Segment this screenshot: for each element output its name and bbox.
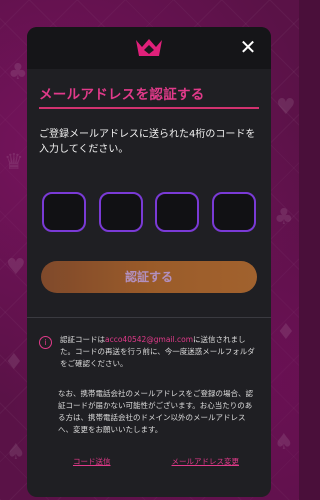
modal-content: メールアドレスを認証する ご登録メールアドレスに送られた4桁のコードを入力してく… [27, 69, 271, 467]
close-icon[interactable]: ✕ [237, 36, 259, 58]
club-suit-icon: ♣ [8, 60, 28, 85]
code-digit-2-input[interactable] [98, 192, 143, 232]
heart-suit-icon: ♥ [6, 255, 26, 280]
modal-title: メールアドレスを認証する [39, 83, 259, 109]
carrier-email-note: なお、携帯電話会社のメールアドレスをご登録の場合、認証コードが届かない可能性がご… [58, 389, 253, 434]
info-text: 認証コードはacco40542@gmail.comに送信されました。コードの再送… [60, 334, 259, 370]
footer-links: コード送信 メールアドレス変更 [73, 456, 239, 467]
sent-email-address: acco40542@gmail.com [105, 335, 194, 344]
diamond-suit-icon: ♦ [276, 320, 296, 345]
email-verification-modal: ✕ メールアドレスを認証する ご登録メールアドレスに送られた4桁のコードを入力し… [27, 27, 271, 497]
spade-suit-icon: ♠ [6, 440, 26, 465]
code-digit-4-input[interactable] [211, 192, 256, 232]
modal-header: ✕ [27, 27, 271, 69]
crown-logo-icon [136, 39, 162, 56]
instruction-text: ご登録メールアドレスに送られた4桁のコードを入力してください。 [39, 129, 256, 155]
info-prefix: 認証コードは [60, 335, 105, 344]
club-suit-icon: ♣ [274, 205, 294, 230]
info-icon: i [39, 336, 52, 349]
resend-code-link[interactable]: コード送信 [73, 456, 111, 467]
spade-suit-icon: ♠ [274, 430, 294, 455]
heart-suit-icon: ♥ [276, 95, 296, 120]
verify-button[interactable]: 認証する [41, 261, 257, 293]
code-digit-3-input[interactable] [155, 192, 200, 232]
code-input-row [42, 192, 256, 232]
change-email-link[interactable]: メールアドレス変更 [172, 456, 240, 467]
diamond-suit-icon: ♦ [4, 350, 24, 375]
divider [27, 317, 271, 318]
info-message: i 認証コードはacco40542@gmail.comに送信されました。コードの… [39, 334, 259, 370]
crown-pattern-icon: ♛ [4, 150, 24, 175]
code-digit-1-input[interactable] [42, 192, 86, 232]
